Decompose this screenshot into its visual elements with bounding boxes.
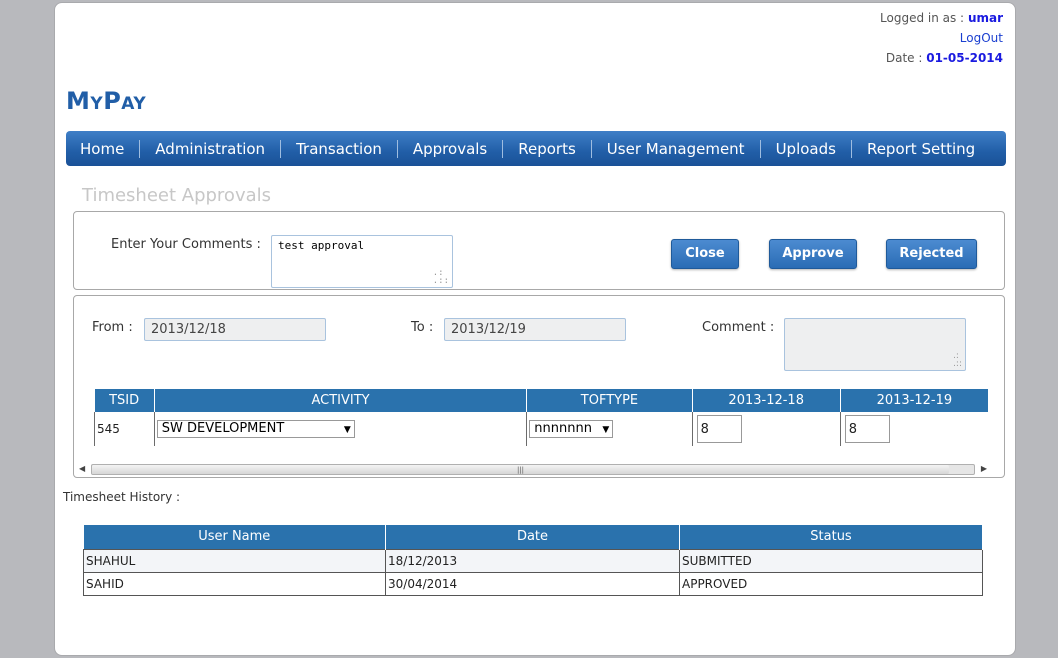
table-row: SAHID 30/04/2014 APPROVED <box>83 571 983 596</box>
history-header-date: Date <box>385 525 680 549</box>
nav-reports[interactable]: Reports <box>502 139 591 158</box>
toftype-value: nnnnnnn <box>534 420 592 436</box>
nav-report-setting[interactable]: Report Setting <box>850 139 990 158</box>
scroll-track[interactable]: ||| <box>91 464 975 475</box>
nav-uploads[interactable]: Uploads <box>759 139 851 158</box>
history-user: SHAHUL <box>83 548 386 573</box>
grid-header-activity: ACTIVITY <box>154 389 528 412</box>
grid-header-toftype: TOFTYPE <box>526 389 693 412</box>
date2-cell: 8 <box>839 412 989 446</box>
table-row: 545 SW DEVELOPMENT ▼ nnnnnnn ▼ 8 8 <box>94 412 989 446</box>
history-table: User Name Date Status SHAHUL 18/12/2013 … <box>83 525 983 596</box>
date1-hours-input[interactable]: 8 <box>696 414 742 443</box>
tsid-cell: 545 <box>94 412 155 446</box>
scroll-thumb[interactable]: ||| <box>92 465 949 474</box>
history-user: SAHID <box>83 571 386 596</box>
history-date: 18/12/2013 <box>385 548 680 573</box>
logout-link[interactable]: LogOut <box>960 31 1003 45</box>
nav-transaction[interactable]: Transaction <box>280 139 397 158</box>
nav-administration[interactable]: Administration <box>139 139 280 158</box>
activity-value: SW DEVELOPMENT <box>161 420 285 436</box>
arrow-right-icon[interactable]: ▶ <box>981 464 987 473</box>
page-container: Logged in as : umar LogOut Date : 01-05-… <box>54 2 1016 656</box>
to-date-input[interactable]: 2013/12/19 <box>444 318 626 341</box>
comments-label: Enter Your Comments : <box>111 237 261 252</box>
nav-home[interactable]: Home <box>80 140 139 158</box>
approval-panel: Enter Your Comments : test approval .:.:… <box>73 211 1005 290</box>
history-date: 30/04/2014 <box>385 571 680 596</box>
horizontal-scrollbar[interactable]: ◀ ||| ▶ <box>77 462 989 477</box>
grid-header-date2: 2013-12-19 <box>840 389 989 412</box>
rejected-button[interactable]: Rejected <box>886 239 977 269</box>
date-label: Date : <box>885 51 923 65</box>
from-label: From : <box>92 320 133 335</box>
comment-textarea[interactable]: .:.:: <box>784 318 966 371</box>
history-status: APPROVED <box>679 571 983 596</box>
toftype-select[interactable]: nnnnnnn ▼ <box>529 419 614 438</box>
date1-cell: 8 <box>691 412 841 446</box>
chevron-down-icon: ▼ <box>602 424 610 435</box>
chevron-down-icon: ▼ <box>343 424 351 435</box>
current-date: 01-05-2014 <box>926 51 1003 65</box>
page-title: Timesheet Approvals <box>82 185 272 206</box>
approve-button[interactable]: Approve <box>769 239 857 269</box>
comments-text: test approval <box>278 239 365 252</box>
arrow-left-icon[interactable]: ◀ <box>79 464 85 473</box>
activity-select[interactable]: SW DEVELOPMENT ▼ <box>156 419 355 438</box>
nav-approvals[interactable]: Approvals <box>396 139 502 158</box>
history-header-status: Status <box>679 525 983 549</box>
nav-user-management[interactable]: User Management <box>590 139 760 158</box>
grid-header-tsid: TSID <box>94 389 155 412</box>
resize-grip-icon[interactable]: .:.:: <box>433 269 449 286</box>
table-row: SHAHUL 18/12/2013 SUBMITTED <box>83 548 983 573</box>
mypay-logo: MyPay <box>66 87 147 115</box>
from-date-input[interactable]: 2013/12/18 <box>144 318 326 341</box>
history-label: Timesheet History : <box>63 490 181 504</box>
user-info: Logged in as : umar LogOut Date : 01-05-… <box>880 8 1003 68</box>
grid-header-date1: 2013-12-18 <box>692 389 841 412</box>
main-nav: Home Administration Transaction Approval… <box>66 131 1006 166</box>
comment-label: Comment : <box>702 320 775 335</box>
close-button[interactable]: Close <box>671 239 739 269</box>
timesheet-panel: From : 2013/12/18 To : 2013/12/19 Commen… <box>73 295 1005 478</box>
history-header-username: User Name <box>83 525 386 549</box>
username: umar <box>967 11 1003 25</box>
timesheet-grid: TSID ACTIVITY TOFTYPE 2013-12-18 2013-12… <box>94 389 989 446</box>
toftype-cell: nnnnnnn ▼ <box>526 412 693 446</box>
logged-in-label: Logged in as : <box>880 11 965 25</box>
date2-hours-input[interactable]: 8 <box>844 414 890 443</box>
activity-cell: SW DEVELOPMENT ▼ <box>153 412 527 446</box>
comments-textarea[interactable]: test approval .:.:: <box>271 235 453 288</box>
history-status: SUBMITTED <box>679 548 983 573</box>
resize-grip-icon[interactable]: .:.:: <box>953 352 962 369</box>
to-label: To : <box>411 320 434 335</box>
